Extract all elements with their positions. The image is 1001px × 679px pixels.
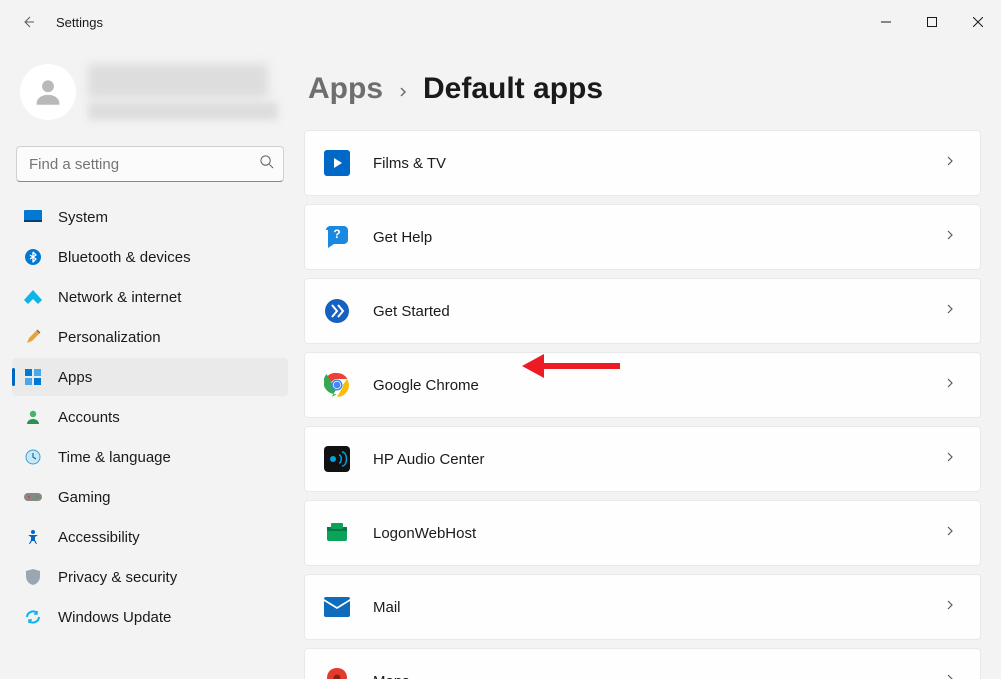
gamepad-icon: [24, 488, 42, 506]
profile-email-redacted: [88, 102, 278, 120]
app-label: Mail: [373, 599, 922, 616]
paintbrush-icon: [24, 328, 42, 346]
apps-icon: [24, 368, 42, 386]
sidebar-item-personalization[interactable]: Personalization: [12, 318, 288, 356]
titlebar-left: Settings: [8, 2, 103, 42]
sidebar-item-accessibility[interactable]: Accessibility: [12, 518, 288, 556]
window-controls: [863, 6, 1001, 38]
maximize-button[interactable]: [909, 6, 955, 38]
app-label: LogonWebHost: [373, 525, 922, 542]
search-input[interactable]: [16, 146, 284, 182]
chevron-right-icon: [944, 154, 956, 172]
app-label: Films & TV: [373, 155, 922, 172]
mail-icon: [323, 593, 351, 621]
profile-block[interactable]: [4, 52, 296, 132]
sidebar-item-label: Windows Update: [58, 609, 171, 626]
sidebar-item-system[interactable]: System: [12, 198, 288, 236]
search-box: [16, 146, 284, 182]
sidebar: System Bluetooth & devices Network & int…: [0, 44, 300, 679]
chevron-right-icon: [944, 524, 956, 542]
close-button[interactable]: [955, 6, 1001, 38]
sidebar-item-gaming[interactable]: Gaming: [12, 478, 288, 516]
logonwebhost-icon: [323, 519, 351, 547]
bluetooth-icon: [24, 248, 42, 266]
svg-text:?: ?: [333, 227, 340, 241]
chevron-right-icon: [944, 450, 956, 468]
app-label: HP Audio Center: [373, 451, 922, 468]
avatar: [20, 64, 76, 120]
app-label: Maps: [373, 673, 922, 679]
app-row-hp-audio[interactable]: HP Audio Center: [304, 426, 981, 492]
sidebar-item-label: Privacy & security: [58, 569, 177, 586]
chrome-icon: [323, 371, 351, 399]
sidebar-item-label: Apps: [58, 369, 92, 386]
sidebar-item-accounts[interactable]: Accounts: [12, 398, 288, 436]
chevron-right-icon: [944, 598, 956, 616]
sidebar-item-label: Network & internet: [58, 289, 181, 306]
layout: System Bluetooth & devices Network & int…: [0, 44, 1001, 679]
breadcrumb-parent[interactable]: Apps: [308, 72, 383, 106]
sidebar-item-label: System: [58, 209, 108, 226]
sidebar-item-time[interactable]: Time & language: [12, 438, 288, 476]
sidebar-item-update[interactable]: Windows Update: [12, 598, 288, 636]
nav-list: System Bluetooth & devices Network & int…: [4, 198, 296, 636]
minimize-icon: [881, 17, 891, 27]
profile-name-redacted: [88, 64, 268, 98]
app-row-get-help[interactable]: ? Get Help: [304, 204, 981, 270]
accessibility-icon: [24, 528, 42, 546]
sidebar-item-label: Bluetooth & devices: [58, 249, 191, 266]
sidebar-item-bluetooth[interactable]: Bluetooth & devices: [12, 238, 288, 276]
breadcrumb-current: Default apps: [423, 72, 603, 106]
hp-audio-icon: [323, 445, 351, 473]
maximize-icon: [927, 17, 937, 27]
profile-info: [88, 64, 280, 120]
sidebar-item-label: Gaming: [58, 489, 111, 506]
app-row-google-chrome[interactable]: Google Chrome: [304, 352, 981, 418]
person-icon: [31, 75, 65, 109]
app-row-logonwebhost[interactable]: LogonWebHost: [304, 500, 981, 566]
titlebar: Settings: [0, 0, 1001, 44]
app-label: Get Help: [373, 229, 922, 246]
back-button[interactable]: [8, 2, 48, 42]
window-title: Settings: [56, 15, 103, 30]
chevron-right-icon: [397, 82, 409, 103]
chevron-right-icon: [944, 672, 956, 679]
update-icon: [24, 608, 42, 626]
sidebar-item-privacy[interactable]: Privacy & security: [12, 558, 288, 596]
films-tv-icon: [323, 149, 351, 177]
app-label: Google Chrome: [373, 377, 922, 394]
chevron-right-icon: [944, 302, 956, 320]
sidebar-item-label: Personalization: [58, 329, 161, 346]
person-icon: [24, 408, 42, 426]
chevron-right-icon: [944, 376, 956, 394]
chevron-right-icon: [944, 228, 956, 246]
minimize-button[interactable]: [863, 6, 909, 38]
sidebar-item-label: Time & language: [58, 449, 171, 466]
breadcrumb: Apps Default apps: [304, 72, 981, 106]
get-help-icon: ?: [323, 223, 351, 251]
app-list: Films & TV ? Get Help Get Started: [304, 130, 981, 679]
app-row-mail[interactable]: Mail: [304, 574, 981, 640]
main-content: Apps Default apps Films & TV ? Get Help: [300, 44, 1001, 679]
sidebar-item-label: Accessibility: [58, 529, 140, 546]
wifi-icon: [24, 288, 42, 306]
clock-globe-icon: [24, 448, 42, 466]
close-icon: [973, 17, 983, 27]
app-row-films-tv[interactable]: Films & TV: [304, 130, 981, 196]
arrow-left-icon: [20, 14, 36, 30]
sidebar-item-network[interactable]: Network & internet: [12, 278, 288, 316]
search-icon: [259, 154, 274, 174]
sidebar-item-apps[interactable]: Apps: [12, 358, 288, 396]
app-label: Get Started: [373, 303, 922, 320]
maps-icon: [323, 667, 351, 679]
sidebar-item-label: Accounts: [58, 409, 120, 426]
shield-icon: [24, 568, 42, 586]
get-started-icon: [323, 297, 351, 325]
app-row-maps[interactable]: Maps: [304, 648, 981, 679]
app-row-get-started[interactable]: Get Started: [304, 278, 981, 344]
display-icon: [24, 208, 42, 226]
